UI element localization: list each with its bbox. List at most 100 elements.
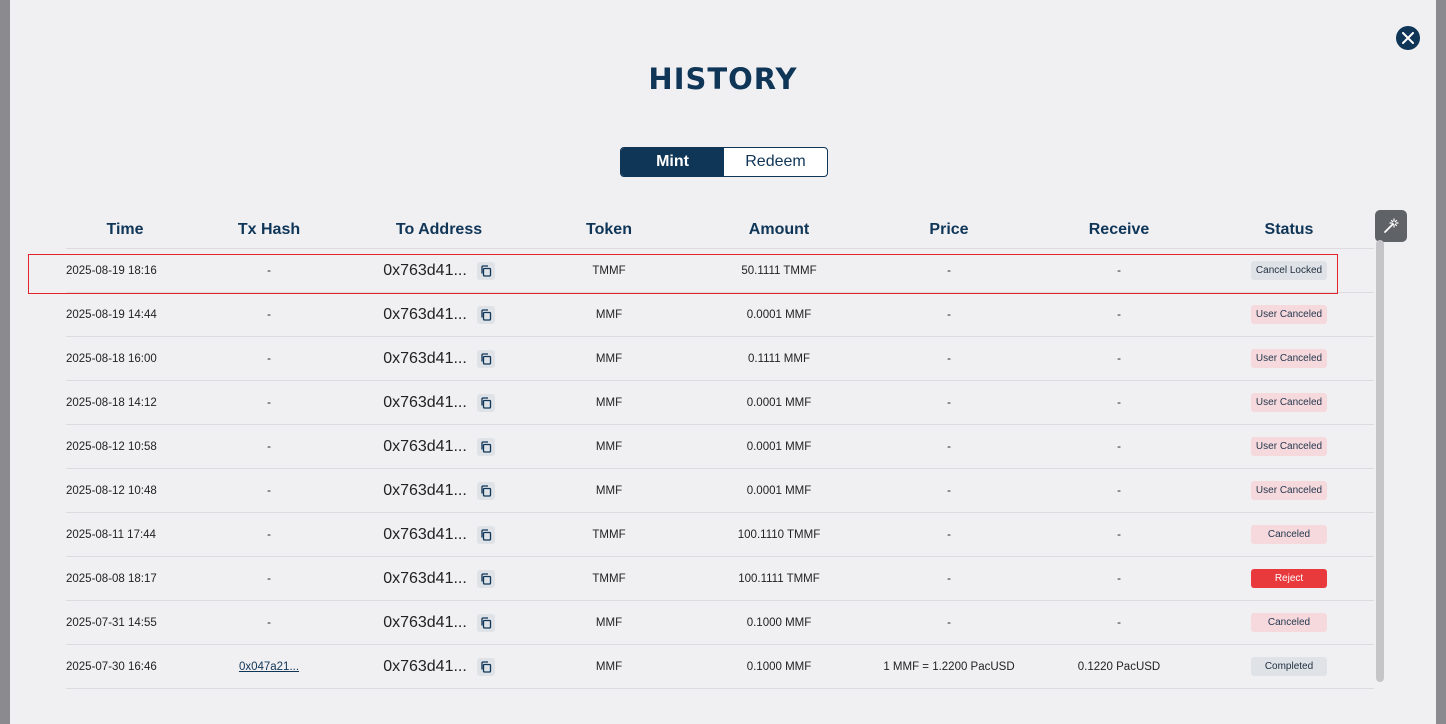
status-badge: Completed xyxy=(1251,657,1327,676)
cell-token: MMF xyxy=(524,336,694,381)
address-text: 0x763d41... xyxy=(383,481,467,499)
magic-wand-icon xyxy=(1384,218,1399,233)
cell-to-address: 0x763d41... xyxy=(354,644,524,689)
copy-button[interactable] xyxy=(476,657,495,676)
close-icon xyxy=(1402,32,1414,44)
column-header-tx-hash[interactable]: Tx Hash xyxy=(184,212,354,249)
cell-token: MMF xyxy=(524,424,694,469)
cell-time: 2025-08-18 16:00 xyxy=(66,336,184,381)
cell-receive: - xyxy=(1034,248,1204,293)
column-header-amount[interactable]: Amount xyxy=(694,212,864,249)
cell-status: User Canceled xyxy=(1204,468,1374,513)
copy-button[interactable] xyxy=(476,569,495,588)
status-badge: User Canceled xyxy=(1251,349,1327,368)
cell-receive: 0.1220 PacUSD xyxy=(1034,644,1204,689)
cell-to-address: 0x763d41... xyxy=(354,468,524,513)
cell-amount: 0.1000 MMF xyxy=(694,600,864,645)
cell-status: User Canceled xyxy=(1204,336,1374,381)
table-row: 2025-08-12 10:48 - 0x763d41... MMF 0.0001 MM… xyxy=(66,468,1374,513)
column-header-status[interactable]: Status xyxy=(1204,212,1374,249)
cell-time: 2025-07-31 14:55 xyxy=(66,600,184,645)
copy-button[interactable] xyxy=(476,393,495,412)
cell-tx-hash: - xyxy=(184,556,354,601)
cell-amount: 0.0001 MMF xyxy=(694,292,864,337)
cell-receive: - xyxy=(1034,512,1204,557)
cell-receive: - xyxy=(1034,600,1204,645)
status-badge: User Canceled xyxy=(1251,305,1327,324)
cell-status: Canceled xyxy=(1204,600,1374,645)
tx-hash-text: - xyxy=(267,308,271,321)
table-row: 2025-08-18 14:12 - 0x763d41... MMF 0.0001 MM… xyxy=(66,380,1374,425)
cell-time: 2025-08-18 14:12 xyxy=(66,380,184,425)
table-header-row: Time Tx Hash To Address Token Amount Pri… xyxy=(66,212,1374,249)
table-row: 2025-08-19 18:16 - 0x763d41... TMMF 50.1111 … xyxy=(66,248,1374,293)
copy-button[interactable] xyxy=(476,261,495,280)
cell-status: Cancel Locked xyxy=(1204,248,1374,293)
address-text: 0x763d41... xyxy=(383,305,467,323)
cell-price: - xyxy=(864,512,1034,557)
copy-button[interactable] xyxy=(476,437,495,456)
history-modal: HISTORY Mint Redeem Time Tx Hash To Addr… xyxy=(10,0,1436,724)
cell-time: 2025-08-08 18:17 xyxy=(66,556,184,601)
column-header-price[interactable]: Price xyxy=(864,212,1034,249)
close-button[interactable] xyxy=(1396,26,1420,50)
copy-button[interactable] xyxy=(476,305,495,324)
cell-status: Canceled xyxy=(1204,512,1374,557)
cell-price: - xyxy=(864,424,1034,469)
cell-token: TMMF xyxy=(524,248,694,293)
cell-time: 2025-08-12 10:58 xyxy=(66,424,184,469)
cell-to-address: 0x763d41... xyxy=(354,512,524,557)
cell-tx-hash: - xyxy=(184,380,354,425)
tx-hash-text: - xyxy=(267,264,271,277)
copy-button[interactable] xyxy=(476,525,495,544)
cell-time: 2025-07-30 16:46 xyxy=(66,644,184,689)
copy-button[interactable] xyxy=(476,349,495,368)
column-header-token[interactable]: Token xyxy=(524,212,694,249)
cell-tx-hash: 0x047a21... xyxy=(184,644,354,689)
status-badge: Canceled xyxy=(1251,613,1327,632)
cell-amount: 0.1111 MMF xyxy=(694,336,864,381)
tx-hash-text: - xyxy=(267,440,271,453)
column-header-time[interactable]: Time xyxy=(66,212,184,249)
tx-hash-text: - xyxy=(267,528,271,541)
copy-icon xyxy=(481,528,491,541)
column-header-to-address[interactable]: To Address xyxy=(354,212,524,249)
cell-status: User Canceled xyxy=(1204,380,1374,425)
column-header-receive[interactable]: Receive xyxy=(1034,212,1204,249)
cell-time: 2025-08-19 14:44 xyxy=(66,292,184,337)
tx-hash-text: - xyxy=(267,572,271,585)
cell-receive: - xyxy=(1034,292,1204,337)
address-text: 0x763d41... xyxy=(383,349,467,367)
modal-title: HISTORY xyxy=(648,62,798,96)
copy-button[interactable] xyxy=(476,481,495,500)
cell-to-address: 0x763d41... xyxy=(354,292,524,337)
cell-tx-hash: - xyxy=(184,468,354,513)
tx-hash-link[interactable]: 0x047a21... xyxy=(239,661,299,673)
cell-price: - xyxy=(864,380,1034,425)
cell-to-address: 0x763d41... xyxy=(354,380,524,425)
cell-price: - xyxy=(864,336,1034,381)
cell-price: - xyxy=(864,292,1034,337)
copy-icon xyxy=(481,440,491,453)
cell-tx-hash: - xyxy=(184,512,354,557)
history-table: Time Tx Hash To Address Token Amount Pri… xyxy=(66,212,1374,689)
tab-redeem[interactable]: Redeem xyxy=(724,148,827,176)
tab-mint[interactable]: Mint xyxy=(621,148,724,176)
cell-token: MMF xyxy=(524,380,694,425)
cell-tx-hash: - xyxy=(184,248,354,293)
cell-to-address: 0x763d41... xyxy=(354,556,524,601)
copy-button[interactable] xyxy=(476,613,495,632)
tx-hash-text: - xyxy=(267,616,271,629)
copy-icon xyxy=(481,616,491,629)
cell-token: MMF xyxy=(524,292,694,337)
scrollbar[interactable] xyxy=(1376,240,1384,682)
copy-icon xyxy=(481,572,491,585)
address-text: 0x763d41... xyxy=(383,261,467,279)
cell-amount: 0.0001 MMF xyxy=(694,468,864,513)
status-badge: Canceled xyxy=(1251,525,1327,544)
magic-wand-button[interactable] xyxy=(1375,210,1407,242)
copy-icon xyxy=(481,484,491,497)
cell-receive: - xyxy=(1034,336,1204,381)
cell-status: Reject xyxy=(1204,556,1374,601)
tx-hash-text: - xyxy=(267,484,271,497)
